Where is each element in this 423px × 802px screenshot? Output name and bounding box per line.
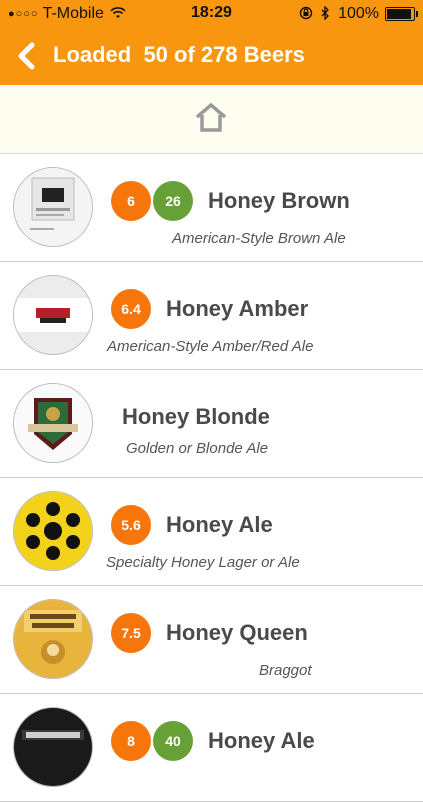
status-bar: ●○○○ T-Mobile 18:29 100% [0,0,423,28]
home-strip [0,85,423,154]
status-right: 100% [299,4,418,23]
beer-row[interactable]: 6 26 Honey Brown American-Style Brown Al… [0,154,423,262]
beer-style: Specialty Honey Lager or Ale [106,554,300,571]
bluetooth-icon [321,4,330,23]
beer-row[interactable]: 8 40 Honey Ale [0,694,423,802]
abv-badge: 6.4 [111,289,151,329]
beer-row[interactable]: 6.4 Honey Amber American-Style Amber/Red… [0,262,423,370]
beer-label-image [13,167,93,247]
beer-name: Honey Queen [166,620,308,645]
beer-label-image [13,275,93,355]
home-icon [195,102,227,132]
ibu-badge: 40 [153,721,193,761]
abv-badge: 8 [111,721,151,761]
beer-name: Honey Ale [166,512,273,537]
beer-list: 6 26 Honey Brown American-Style Brown Al… [0,154,423,802]
battery-percent: 100% [338,5,379,22]
beer-name: Honey Ale [208,728,315,753]
beer-row[interactable]: 5.6 Honey Ale Specialty Honey Lager or A… [0,478,423,586]
page-title: Loaded 50 of 278 Beers [53,42,305,67]
beer-label-image [13,491,93,571]
beer-label-image [13,599,93,679]
beer-label-image [13,707,93,787]
battery-icon [385,7,418,21]
abv-badge: 6 [111,181,151,221]
beer-style: Golden or Blonde Ale [126,440,269,457]
battery-level-fill [387,9,411,19]
beer-row[interactable]: 7.5 Honey Queen Braggot [0,586,423,694]
back-button[interactable] [14,40,42,72]
rotation-lock-icon [299,6,313,23]
chevron-left-icon [18,42,35,70]
beer-name: Honey Amber [166,296,309,321]
beer-style: American-Style Brown Ale [172,230,346,247]
beer-style: American-Style Amber/Red Ale [107,338,314,355]
ibu-badge: 26 [153,181,193,221]
abv-badge: 5.6 [111,505,151,545]
navigation-bar: Loaded 50 of 278 Beers [0,28,423,85]
home-button[interactable] [193,101,229,133]
beer-row[interactable]: Honey Blonde Golden or Blonde Ale [0,370,423,478]
beer-style: Braggot [259,662,312,679]
abv-badge: 7.5 [111,613,151,653]
beer-label-image [13,383,93,463]
beer-name: Honey Brown [208,188,350,213]
beer-name: Honey Blonde [122,404,270,429]
